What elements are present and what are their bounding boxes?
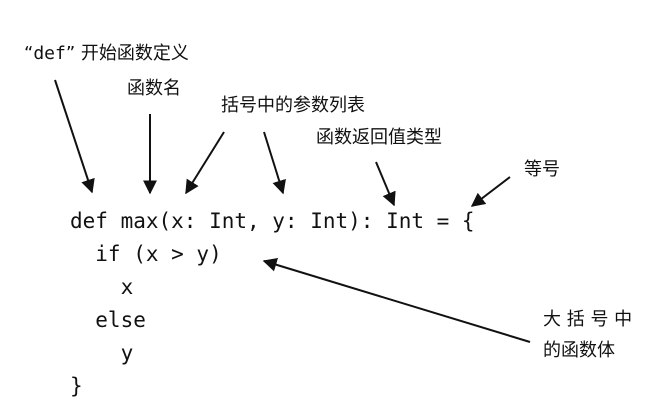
arrow-return-type [375, 161, 396, 207]
arrow-param-open [185, 131, 225, 195]
annotation-arrows [54, 79, 531, 343]
arrow-equals [470, 176, 511, 207]
arrow-param-close [263, 131, 286, 195]
arrow-function-body [262, 257, 531, 343]
arrow-def-keyword [54, 79, 95, 194]
